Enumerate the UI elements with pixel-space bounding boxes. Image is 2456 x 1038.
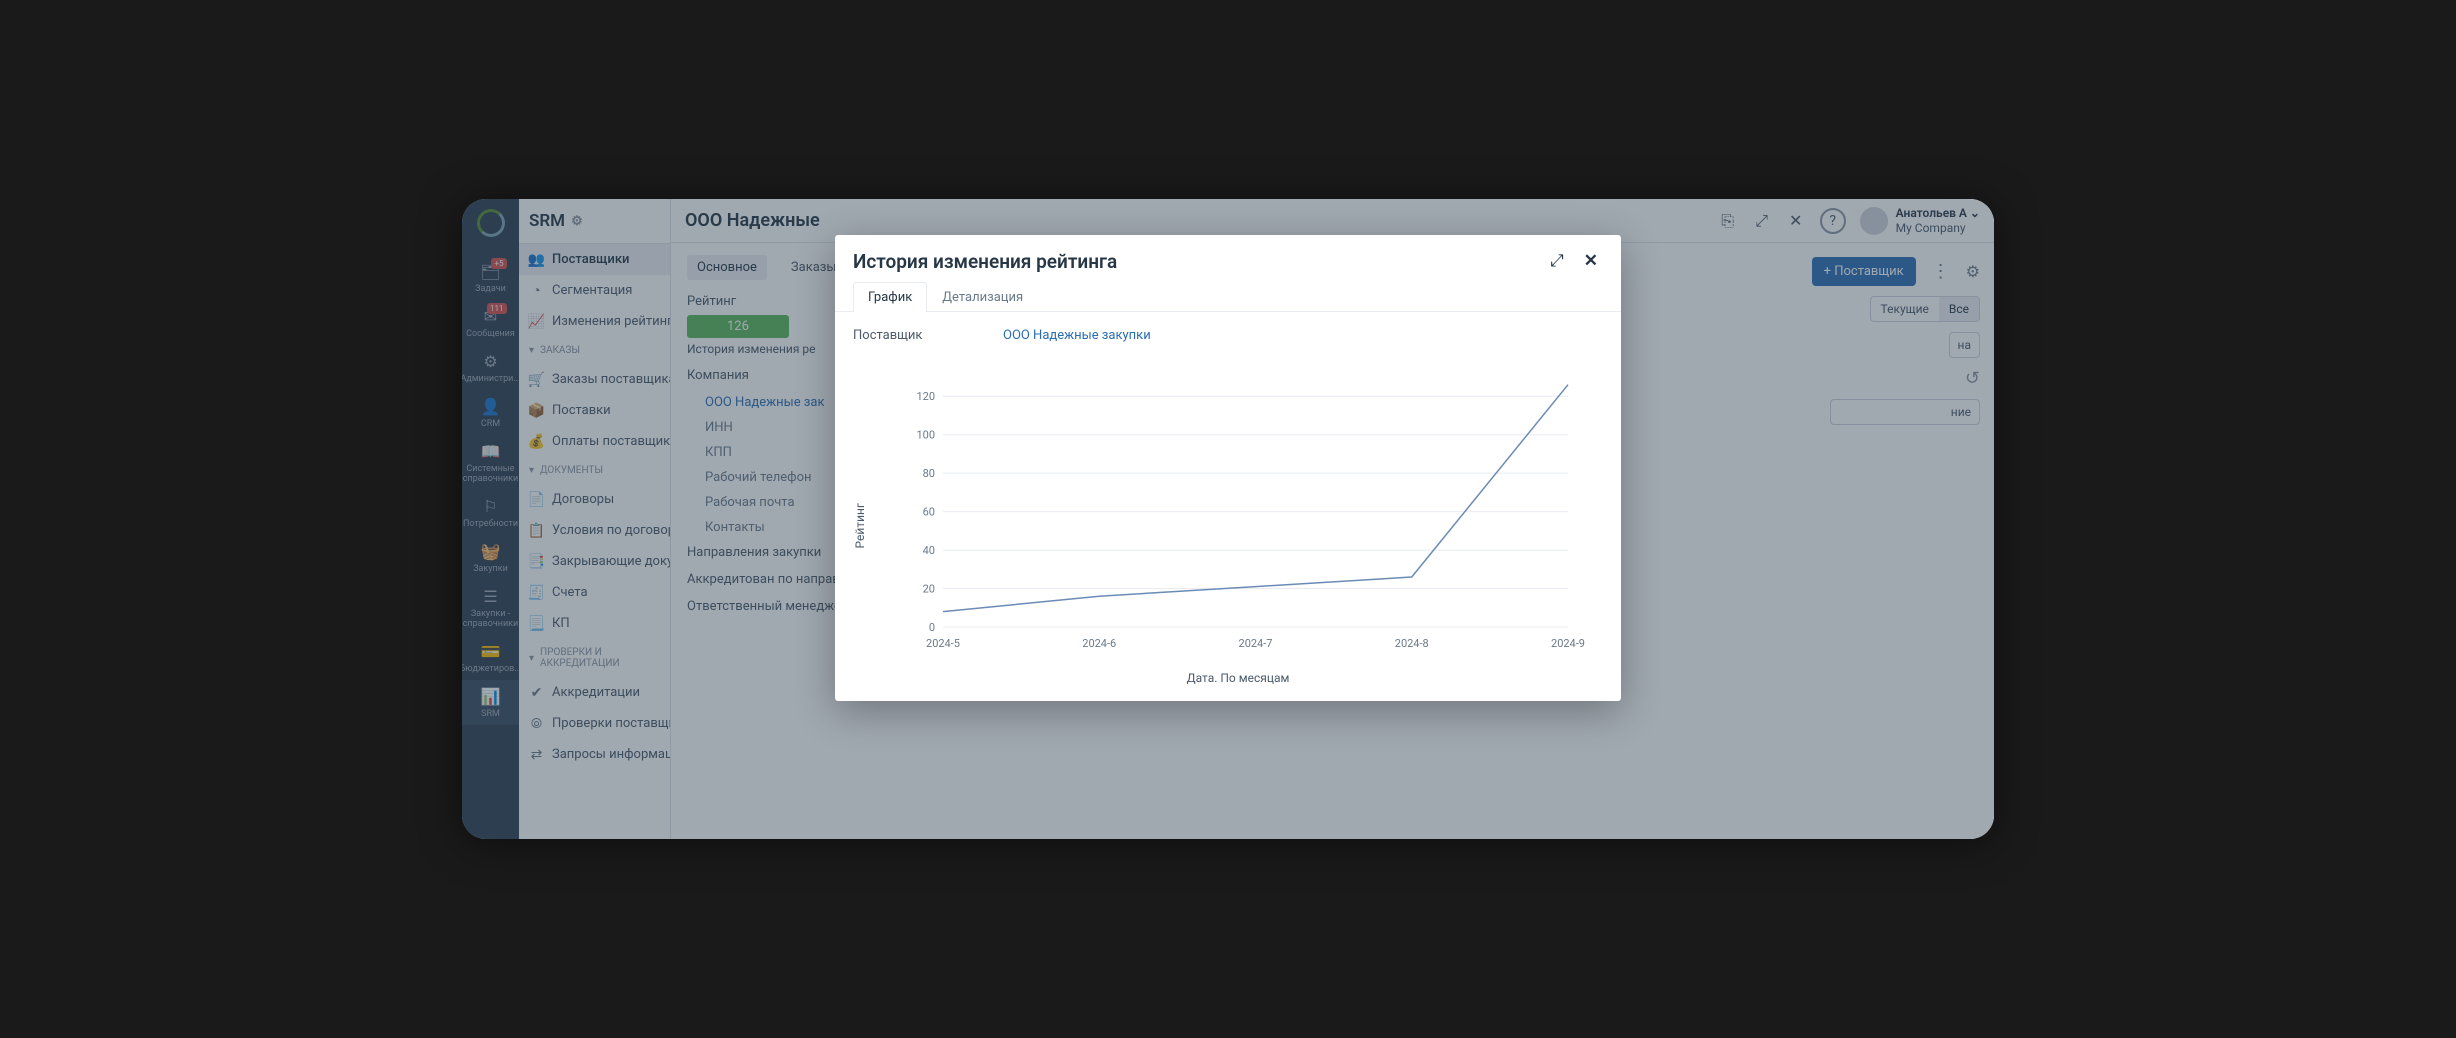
modal-title: История изменения рейтинга xyxy=(853,250,1535,273)
svg-text:80: 80 xyxy=(923,467,935,480)
svg-text:100: 100 xyxy=(916,429,935,442)
svg-text:0: 0 xyxy=(929,621,935,634)
modal-tab-chart[interactable]: График xyxy=(853,282,927,312)
svg-text:2024-5: 2024-5 xyxy=(926,637,960,650)
svg-text:2024-7: 2024-7 xyxy=(1239,637,1273,650)
svg-text:2024-9: 2024-9 xyxy=(1551,637,1585,650)
svg-text:2024-8: 2024-8 xyxy=(1395,637,1429,650)
svg-text:60: 60 xyxy=(923,506,935,519)
svg-text:20: 20 xyxy=(923,583,935,596)
supplier-label: Поставщик xyxy=(853,328,983,343)
rating-chart: 0 20 40 60 80 100 120 2024-5 2024-6 2024-7 2024-8 2… xyxy=(873,367,1603,657)
close-icon[interactable]: ✕ xyxy=(1579,249,1603,273)
expand-icon[interactable]: ⤢ xyxy=(1545,249,1569,273)
rating-history-modal: История изменения рейтинга ⤢ ✕ График Де… xyxy=(835,235,1621,701)
svg-text:2024-6: 2024-6 xyxy=(1082,637,1116,650)
modal-tab-detail[interactable]: Детализация xyxy=(927,282,1038,312)
svg-text:40: 40 xyxy=(923,544,935,557)
svg-text:120: 120 xyxy=(916,390,935,403)
y-axis-label: Рейтинг xyxy=(853,503,867,548)
x-axis-label: Дата. По месяцам xyxy=(873,671,1603,685)
modal-overlay[interactable]: История изменения рейтинга ⤢ ✕ График Де… xyxy=(462,199,1994,839)
supplier-name: ООО Надежные закупки xyxy=(1003,328,1151,343)
